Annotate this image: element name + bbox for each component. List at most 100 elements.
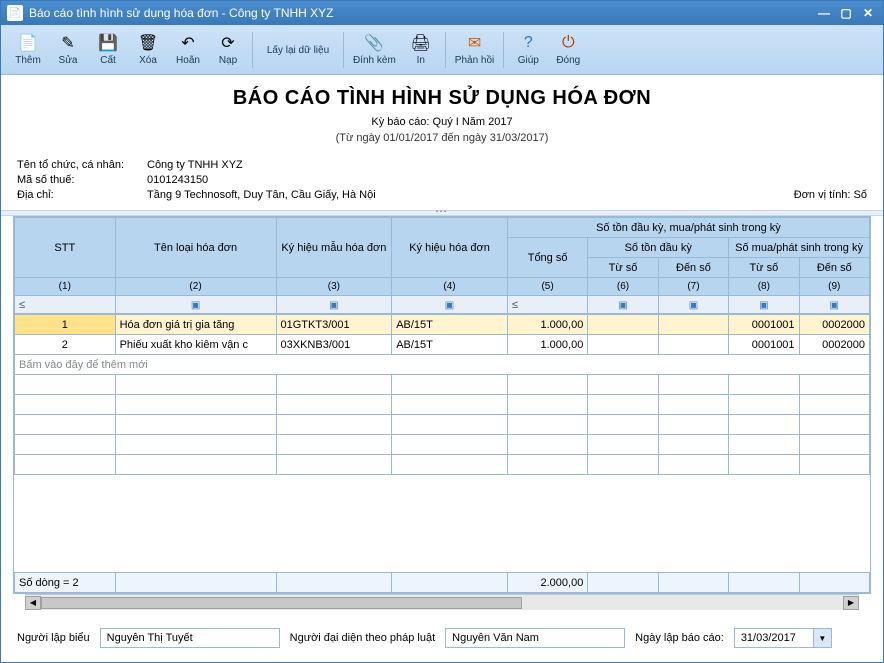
- print-button[interactable]: 🖨In: [402, 28, 440, 72]
- info-block: Tên tổ chức, cá nhân: Công ty TNHH XYZ M…: [1, 152, 883, 210]
- close-button[interactable]: ⏻Đóng: [549, 28, 587, 72]
- table-row[interactable]: 1 Hóa đơn giá trị gia tăng 01GTKT3/001 A…: [15, 315, 870, 335]
- edit-button[interactable]: ✎Sửa: [49, 28, 87, 72]
- col-num: (8): [729, 278, 799, 296]
- grid-body[interactable]: 1 Hóa đơn giá trị gia tăng 01GTKT3/001 A…: [14, 314, 870, 572]
- add-row[interactable]: Bấm vào đây để thêm mới: [15, 355, 870, 375]
- empty-row: [15, 455, 870, 475]
- empty-row: [15, 395, 870, 415]
- add-button[interactable]: 📄Thêm: [9, 28, 47, 72]
- col-oto[interactable]: Đến số: [658, 258, 728, 278]
- help-button[interactable]: ?Giúp: [509, 28, 547, 72]
- undo-button[interactable]: ↶Hoãn: [169, 28, 207, 72]
- rep-input[interactable]: [445, 628, 625, 648]
- filter-cell[interactable]: ▣: [658, 296, 728, 314]
- col-purchase[interactable]: Số mua/phát sinh trong kỳ: [729, 238, 870, 258]
- preparer-input[interactable]: [100, 628, 280, 648]
- filter-cell[interactable]: ▣: [799, 296, 869, 314]
- save-button[interactable]: 💾Cất: [89, 28, 127, 72]
- cell-total[interactable]: 1.000,00: [507, 315, 587, 335]
- col-num: (3): [276, 278, 392, 296]
- cell-ofrom[interactable]: [588, 315, 658, 335]
- col-group-top[interactable]: Số tồn đầu kỳ, mua/phát sinh trong kỳ: [507, 218, 869, 238]
- scroll-left-button[interactable]: ◀: [25, 596, 41, 610]
- reload-button[interactable]: Lấy lại dữ liệu: [258, 28, 338, 72]
- cell-type[interactable]: Hóa đơn giá trị gia tăng: [115, 315, 276, 335]
- load-icon: ⟳: [218, 33, 238, 53]
- report-header: BÁO CÁO TÌNH HÌNH SỬ DỤNG HÓA ĐƠN Kỳ báo…: [1, 75, 883, 152]
- cell-form[interactable]: 03XKNB3/001: [276, 335, 392, 355]
- delete-button[interactable]: 🗑Xóa: [129, 28, 167, 72]
- filter-icon: ▣: [329, 300, 338, 311]
- col-serial[interactable]: Ký hiệu hóa đơn: [392, 218, 508, 278]
- col-total[interactable]: Tổng số: [507, 238, 587, 278]
- minimize-button[interactable]: —: [815, 5, 833, 21]
- maximize-button[interactable]: ▢: [837, 5, 855, 21]
- col-ofrom[interactable]: Từ số: [588, 258, 658, 278]
- footer-count: Số dòng = 2: [15, 573, 116, 593]
- filter-cell[interactable]: ≤: [507, 296, 587, 314]
- undo-icon: ↶: [178, 33, 198, 53]
- filter-cell[interactable]: ▣: [276, 296, 392, 314]
- separator: [503, 32, 504, 68]
- app-window: 📄 Báo cáo tình hình sử dụng hóa đơn - Cô…: [0, 0, 884, 663]
- cell-pfrom[interactable]: 0001001: [729, 335, 799, 355]
- scroll-right-button[interactable]: ▶: [843, 596, 859, 610]
- scroll-track[interactable]: [41, 596, 843, 610]
- cell-stt[interactable]: 2: [15, 335, 116, 355]
- titlebar: 📄 Báo cáo tình hình sử dụng hóa đơn - Cô…: [1, 1, 883, 25]
- col-num: (7): [658, 278, 728, 296]
- cell-total[interactable]: 1.000,00: [507, 335, 587, 355]
- scroll-thumb[interactable]: [41, 597, 522, 609]
- col-pto[interactable]: Đến số: [799, 258, 869, 278]
- cell-type[interactable]: Phiếu xuất kho kiêm vận c: [115, 335, 276, 355]
- grid-header: STT Tên loại hóa đơn Ký hiệu mẫu hóa đơn…: [14, 217, 870, 314]
- load-button[interactable]: ⟳Nạp: [209, 28, 247, 72]
- filter-cell[interactable]: ▣: [588, 296, 658, 314]
- col-form[interactable]: Ký hiệu mẫu hóa đơn: [276, 218, 392, 278]
- filter-icon: ▣: [759, 300, 768, 311]
- filter-cell[interactable]: ▣: [392, 296, 508, 314]
- add-row-hint[interactable]: Bấm vào đây để thêm mới: [15, 355, 870, 375]
- cell-oto[interactable]: [658, 335, 728, 355]
- h-scrollbar[interactable]: ◀ ▶: [25, 594, 859, 610]
- cell-serial[interactable]: AB/15T: [392, 335, 508, 355]
- org-label: Tên tổ chức, cá nhân:: [17, 159, 147, 171]
- date-dropdown-button[interactable]: ▼: [814, 628, 832, 648]
- feedback-button[interactable]: ✉Phản hồi: [451, 28, 498, 72]
- filter-cell[interactable]: ▣: [115, 296, 276, 314]
- rep-label: Người đại diện theo pháp luật: [290, 632, 435, 644]
- cell-serial[interactable]: AB/15T: [392, 315, 508, 335]
- empty-row: [15, 375, 870, 395]
- col-pfrom[interactable]: Từ số: [729, 258, 799, 278]
- cell-stt[interactable]: 1: [15, 315, 116, 335]
- cell-form[interactable]: 01GTKT3/001: [276, 315, 392, 335]
- table-row[interactable]: 2 Phiếu xuất kho kiêm vận c 03XKNB3/001 …: [15, 335, 870, 355]
- print-icon: 🖨: [411, 33, 431, 53]
- cell-pto[interactable]: 0002000: [799, 315, 869, 335]
- filter-icon: ▣: [830, 300, 839, 311]
- close-window-button[interactable]: ✕: [859, 5, 877, 21]
- date-input[interactable]: [734, 628, 814, 648]
- data-grid[interactable]: STT Tên loại hóa đơn Ký hiệu mẫu hóa đơn…: [13, 216, 871, 594]
- col-stt[interactable]: STT: [15, 218, 116, 278]
- cell-ofrom[interactable]: [588, 335, 658, 355]
- col-type[interactable]: Tên loại hóa đơn: [115, 218, 276, 278]
- col-num: (1): [15, 278, 116, 296]
- add-icon: 📄: [18, 33, 38, 53]
- grid-container: STT Tên loại hóa đơn Ký hiệu mẫu hóa đơn…: [1, 216, 883, 618]
- cell-pfrom[interactable]: 0001001: [729, 315, 799, 335]
- filter-cell[interactable]: ≤: [15, 296, 116, 314]
- tax-value: 0101243150: [147, 174, 867, 186]
- splitter[interactable]: [1, 210, 883, 216]
- col-num: (6): [588, 278, 658, 296]
- grid-footer: Số dòng = 2 2.000,00: [14, 572, 870, 593]
- cell-oto[interactable]: [658, 315, 728, 335]
- cell-pto[interactable]: 0002000: [799, 335, 869, 355]
- filter-cell[interactable]: ▣: [729, 296, 799, 314]
- separator: [252, 32, 253, 68]
- attach-button[interactable]: 📎Đính kèm: [349, 28, 400, 72]
- unit-label: Đơn vị tính: Số: [747, 189, 867, 201]
- preparer-label: Người lập biểu: [17, 632, 90, 644]
- col-opening[interactable]: Số tồn đầu kỳ: [588, 238, 729, 258]
